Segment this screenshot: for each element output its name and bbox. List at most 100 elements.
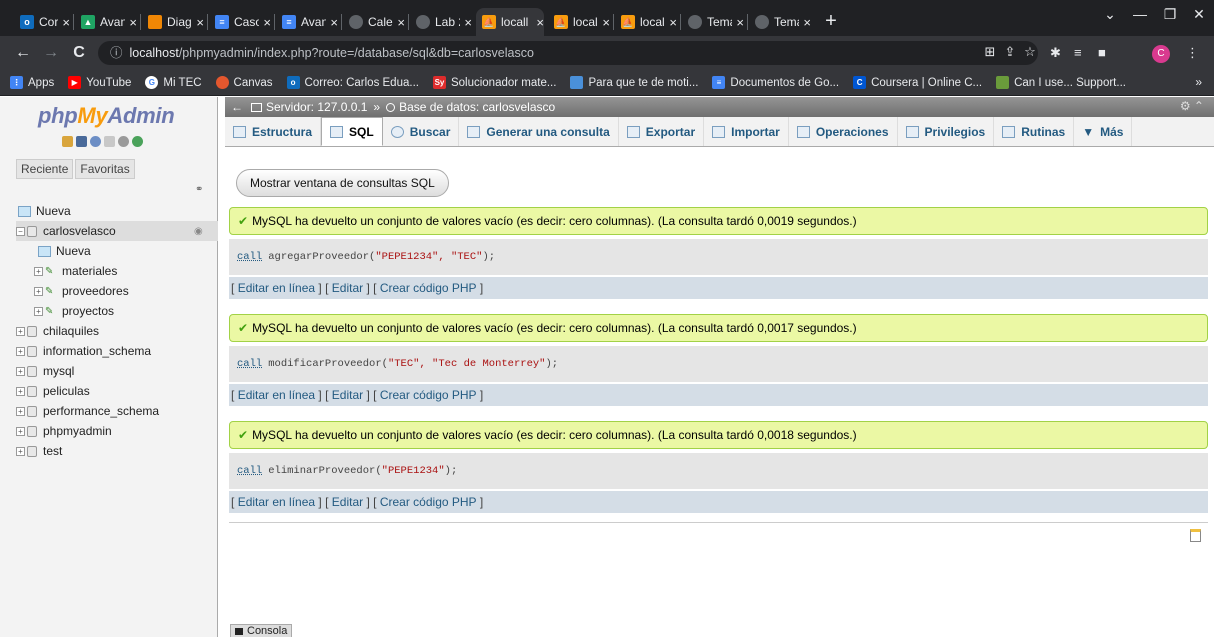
settings-gear-icon[interactable] — [118, 136, 129, 147]
tab-rutinas[interactable]: Rutinas — [994, 117, 1075, 146]
home-icon[interactable] — [62, 136, 73, 147]
close-tab-icon[interactable]: × — [397, 15, 405, 30]
link-panels-icon[interactable]: ⚭ — [195, 184, 203, 195]
bookmark-coursera[interactable]: C Coursera | Online C... — [853, 76, 982, 89]
translate-icon[interactable]: ⊞ — [980, 44, 1000, 60]
more-bookmarks-icon[interactable]: » — [1195, 75, 1202, 89]
close-tab-icon[interactable]: × — [62, 15, 70, 30]
side-panel-icon[interactable]: ■ — [1098, 45, 1106, 60]
tab-exportar[interactable]: Exportar — [619, 117, 705, 146]
bookmark-star-icon[interactable]: ☆ — [1020, 44, 1040, 60]
edit-link[interactable]: Editar — [332, 495, 363, 509]
create-php-code-link[interactable]: Crear código PHP — [380, 281, 477, 295]
recent-tab[interactable]: Reciente — [16, 159, 74, 179]
logout-icon[interactable] — [76, 136, 87, 147]
browser-tab[interactable]: ▲ Avan × — [75, 8, 137, 36]
tree-table-proveedores[interactable]: + ✎ proveedores — [34, 281, 129, 301]
create-php-code-link[interactable]: Crear código PHP — [380, 495, 477, 509]
browser-tab[interactable]: Tema× — [682, 8, 744, 36]
settings-gear-icon[interactable]: ⚙ ⌃ — [1180, 99, 1204, 113]
bookmark-mitec[interactable]: G Mi TEC — [145, 76, 202, 89]
bookmark-caniuse[interactable]: Can I use... Support... — [996, 76, 1126, 89]
tab-sql[interactable]: SQL — [321, 117, 383, 146]
browser-tab[interactable]: ≡ Caso × — [209, 8, 271, 36]
edit-link[interactable]: Editar — [332, 388, 363, 402]
close-tab-icon[interactable]: × — [196, 15, 204, 30]
extensions-icon[interactable]: ✱ — [1050, 45, 1061, 61]
tree-db-information-schema[interactable]: + information_schema — [16, 341, 151, 361]
collapse-icon[interactable]: − — [16, 226, 25, 236]
tab-buscar[interactable]: Buscar — [383, 117, 460, 146]
browser-tab[interactable]: ⛵ locall × — [548, 8, 610, 36]
bookmark-youtube[interactable]: ▶ YouTube — [68, 76, 131, 89]
eye-icon[interactable]: ◉ — [194, 226, 203, 237]
collapse-panel-icon[interactable]: ← — [231, 100, 243, 114]
bookmark-symbolab[interactable]: Sy Solucionador mate... — [432, 76, 556, 89]
close-tab-icon[interactable]: × — [129, 15, 137, 30]
browser-tab[interactable]: Tema× — [749, 8, 811, 36]
tab-estructura[interactable]: Estructura — [225, 117, 322, 146]
browser-tab-active[interactable]: ⛵ locall × — [476, 8, 544, 36]
expand-icon[interactable]: + — [34, 266, 43, 276]
show-sql-window-button[interactable]: Mostrar ventana de consultas SQL — [236, 169, 449, 197]
bookmark-note-icon[interactable] — [1190, 529, 1201, 542]
browser-tab[interactable]: Caler× — [343, 8, 405, 36]
tab-importar[interactable]: Importar — [704, 117, 789, 146]
tab-operaciones[interactable]: Operaciones — [789, 117, 898, 146]
profile-avatar[interactable]: C — [1152, 45, 1170, 63]
expand-icon[interactable]: + — [16, 346, 25, 356]
back-button[interactable]: ← — [12, 43, 34, 65]
expand-icon[interactable]: + — [16, 446, 25, 456]
close-window-button[interactable]: ✕ — [1184, 6, 1214, 23]
tab-generar-consulta[interactable]: Generar una consulta — [459, 117, 619, 146]
breadcrumb-database[interactable]: Base de datos: carlosvelasco — [399, 100, 555, 114]
restore-button[interactable]: ❐ — [1155, 6, 1185, 23]
close-tab-icon[interactable]: × — [602, 15, 610, 30]
tab-privilegios[interactable]: Privilegios — [898, 117, 995, 146]
close-tab-icon[interactable]: × — [669, 15, 677, 30]
chrome-menu-icon[interactable]: ⋮ — [1186, 45, 1199, 61]
edit-inline-link[interactable]: Editar en línea — [238, 495, 315, 509]
info-icon[interactable]: ⓘ — [110, 46, 123, 60]
expand-icon[interactable]: + — [34, 286, 43, 296]
browser-tab[interactable]: oCorre× — [14, 8, 70, 36]
browser-tab[interactable]: Diag × — [142, 8, 204, 36]
bookmark-canvas[interactable]: Canvas — [215, 76, 273, 89]
browser-tab[interactable]: Lab 2× — [410, 8, 472, 36]
reload-button[interactable]: C — [68, 43, 90, 65]
tree-db-performance-schema[interactable]: + performance_schema — [16, 401, 159, 421]
forward-button[interactable]: → — [40, 43, 62, 65]
expand-icon[interactable]: + — [16, 386, 25, 396]
edit-inline-link[interactable]: Editar en línea — [238, 388, 315, 402]
minimize-button[interactable]: — — [1125, 6, 1155, 22]
close-tab-icon[interactable]: × — [536, 15, 544, 30]
edit-inline-link[interactable]: Editar en línea — [238, 281, 315, 295]
bookmark-docs[interactable]: ≡ Documentos de Go... — [712, 76, 839, 89]
bookmark-correo[interactable]: o Correo: Carlos Edua... — [286, 76, 419, 89]
close-tab-icon[interactable]: × — [803, 15, 811, 30]
expand-icon[interactable]: + — [16, 366, 25, 376]
expand-icon[interactable]: + — [34, 306, 43, 316]
console-toggle[interactable]: Consola — [230, 624, 293, 637]
tree-db-test[interactable]: + test — [16, 441, 62, 461]
bookmark-apps[interactable]: ⋮ Apps — [10, 76, 54, 89]
docs-icon[interactable] — [104, 136, 115, 147]
favorites-tab[interactable]: Favoritas — [75, 159, 135, 179]
tree-table-materiales[interactable]: + ✎ materiales — [34, 261, 117, 281]
address-bar[interactable]: ⓘ localhost/phpmyadmin/index.php?route=/… — [98, 41, 1038, 65]
tree-db-phpmyadmin[interactable]: + phpmyadmin — [16, 421, 112, 441]
reload-icon[interactable] — [132, 136, 143, 147]
close-tab-icon[interactable]: × — [330, 15, 338, 30]
expand-icon[interactable]: + — [16, 426, 25, 436]
close-tab-icon[interactable]: × — [263, 15, 271, 30]
tree-db-chilaquiles[interactable]: + chilaquiles — [16, 321, 99, 341]
tab-search-icon[interactable]: ⌄ — [1095, 6, 1125, 23]
new-tab-button[interactable]: + — [818, 8, 844, 34]
help-icon[interactable] — [90, 136, 101, 147]
tree-table-proyectos[interactable]: + ✎ proyectos — [34, 301, 114, 321]
edit-link[interactable]: Editar — [332, 281, 363, 295]
tree-db-carlosvelasco[interactable]: − carlosvelasco ◉ — [16, 221, 218, 241]
share-icon[interactable]: ⇪ — [1000, 44, 1020, 60]
bookmark-motivation[interactable]: Para que te de moti... — [570, 76, 698, 89]
tree-db-peliculas[interactable]: + peliculas — [16, 381, 90, 401]
